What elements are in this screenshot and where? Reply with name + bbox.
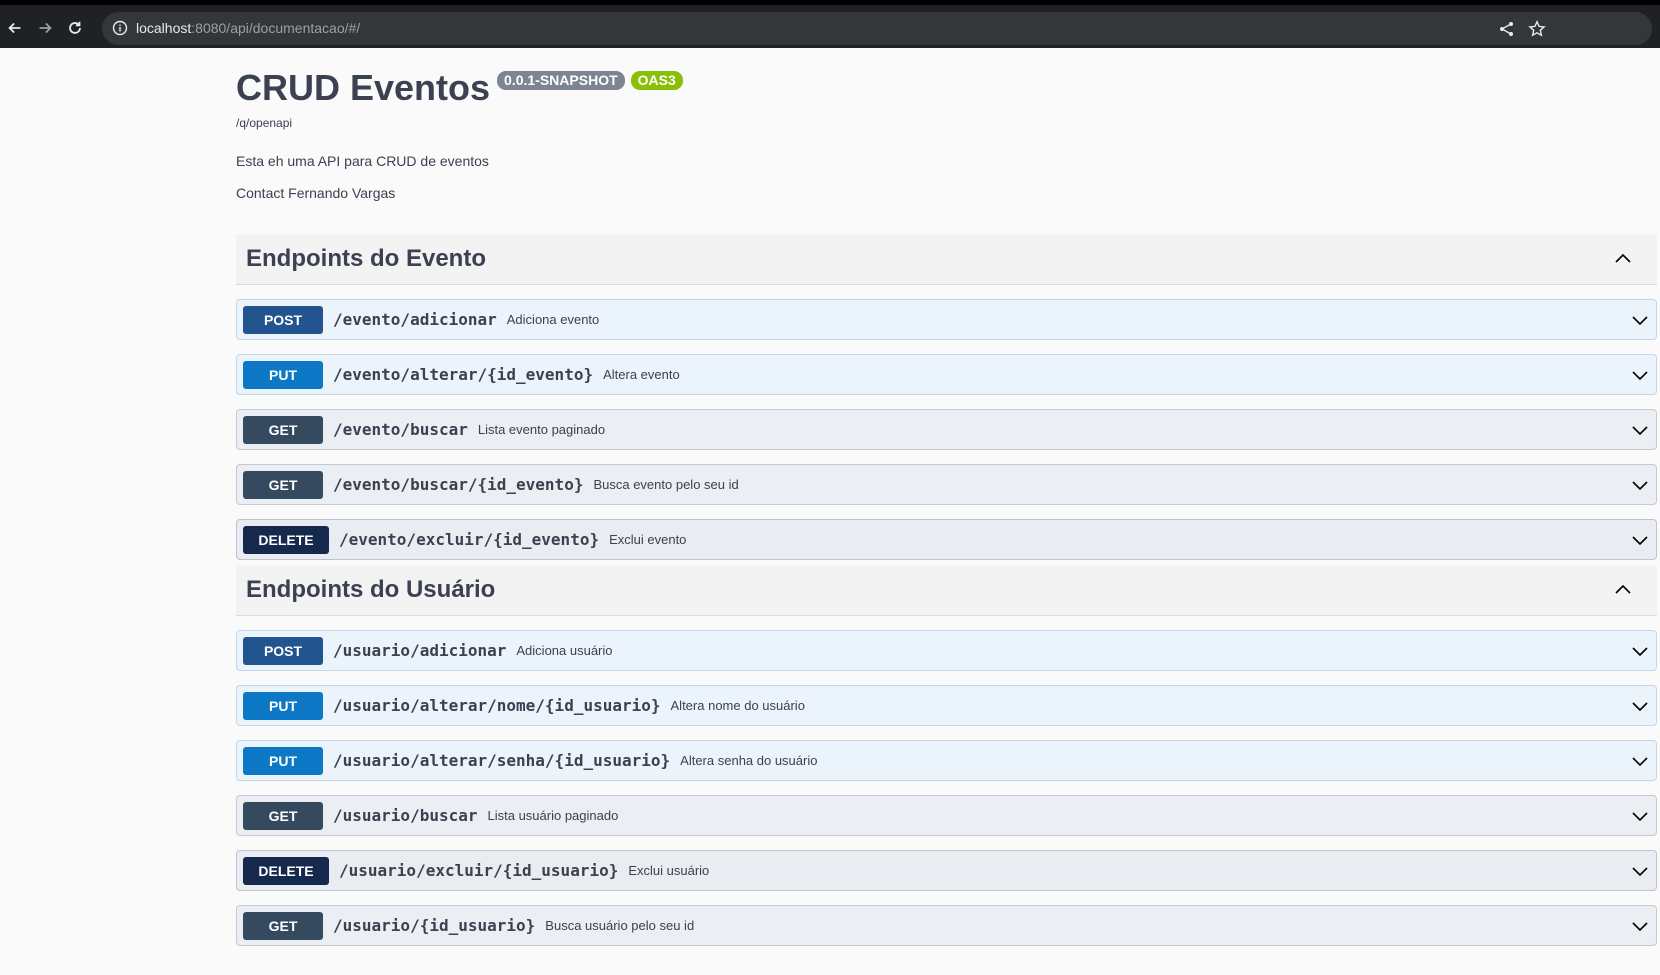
reload-button[interactable] (62, 15, 88, 41)
method-badge-get: GET (243, 801, 323, 830)
tag-section-usuario: Endpoints do Usuário POST /usuario/adici… (236, 565, 1657, 946)
method-badge-post: POST (243, 636, 323, 665)
chevron-down-icon[interactable] (1630, 475, 1650, 495)
operation-path: /usuario/adicionar (333, 641, 507, 660)
method-badge-put: PUT (243, 360, 323, 389)
operation-summary: Lista usuário paginado (487, 808, 619, 823)
chevron-down-icon[interactable] (1630, 310, 1650, 330)
operation-path: /evento/buscar (333, 420, 468, 439)
arrow-right-icon (39, 22, 52, 34)
operation-summary: Exclui usuário (628, 863, 710, 878)
method-badge-put: PUT (243, 691, 323, 720)
operation-row[interactable]: DELETE /evento/excluir/{id_evento} Exclu… (236, 519, 1657, 560)
operation-row[interactable]: DELETE /usuario/excluir/{id_usuario} Exc… (236, 850, 1657, 891)
operation-path: /usuario/buscar (333, 806, 478, 825)
operation-row[interactable]: GET /usuario/buscar Lista usuário pagina… (236, 795, 1657, 836)
url-path: :8080/api/documentacao/#/ (191, 20, 361, 36)
operation-summary: Altera evento (603, 367, 680, 382)
chevron-down-icon[interactable] (1630, 916, 1650, 936)
api-title: CRUD Eventos (236, 67, 491, 108)
url-host: localhost (136, 20, 192, 36)
operation-row[interactable]: GET /evento/buscar Lista evento paginado (236, 409, 1657, 450)
operation-summary: Exclui evento (609, 532, 687, 547)
operation-summary: Busca usuário pelo seu id (545, 918, 695, 933)
spec-url-link[interactable]: /q/openapi (236, 116, 683, 130)
contact-link[interactable]: Contact Fernando Vargas (236, 185, 683, 201)
operation-path: /usuario/alterar/nome/{id_usuario} (333, 696, 661, 715)
operation-row[interactable]: PUT /usuario/alterar/senha/{id_usuario} … (236, 740, 1657, 781)
browser-toolbar: localhost:8080/api/documentacao/#/ (0, 0, 1660, 48)
operation-path: /usuario/excluir/{id_usuario} (339, 861, 619, 880)
operation-summary: Lista evento paginado (477, 422, 606, 437)
section-header[interactable]: Endpoints do Usuário (236, 565, 1657, 616)
operation-row[interactable]: POST /usuario/adicionar Adiciona usuário (236, 630, 1657, 671)
api-description: Esta eh uma API para CRUD de eventos (236, 153, 489, 169)
operation-path: /usuario/{id_usuario} (333, 916, 536, 935)
oas-badge: OAS3 (630, 71, 683, 90)
operation-row[interactable]: GET /evento/buscar/{id_evento} Busca eve… (236, 464, 1657, 505)
operation-summary: Altera senha do usuário (680, 753, 818, 768)
back-button[interactable] (2, 15, 28, 41)
operation-row[interactable]: GET /usuario/{id_usuario} Busca usuário … (236, 905, 1657, 946)
operation-row[interactable]: PUT /usuario/alterar/nome/{id_usuario} A… (236, 685, 1657, 726)
address-bar[interactable]: localhost:8080/api/documentacao/#/ (102, 12, 1652, 45)
method-badge-put: PUT (243, 746, 323, 775)
chevron-down-icon[interactable] (1630, 861, 1650, 881)
tag-section-evento: Endpoints do Evento POST /evento/adicion… (236, 234, 1657, 560)
arrow-left-icon (8, 22, 21, 34)
version-badge: 0.0.1-SNAPSHOT (497, 71, 625, 90)
chevron-down-icon[interactable] (1630, 641, 1650, 661)
operation-summary: Adiciona usuário (516, 643, 613, 658)
operation-summary: Busca evento pelo seu id (593, 477, 739, 492)
forward-button[interactable] (32, 15, 58, 41)
reload-icon (69, 21, 81, 34)
operation-path: /usuario/alterar/senha/{id_usuario} (333, 751, 671, 770)
operation-path: /evento/buscar/{id_evento} (333, 475, 584, 494)
chevron-down-icon[interactable] (1630, 806, 1650, 826)
chevron-down-icon[interactable] (1630, 365, 1650, 385)
method-badge-post: POST (243, 305, 323, 334)
method-badge-delete: DELETE (243, 856, 329, 885)
url-text[interactable]: localhost:8080/api/documentacao/#/ (136, 20, 360, 36)
operation-path: /evento/adicionar (333, 310, 497, 329)
chevron-up-icon[interactable] (1613, 580, 1633, 600)
operation-path: /evento/alterar/{id_evento} (333, 365, 594, 384)
chevron-down-icon[interactable] (1630, 420, 1650, 440)
method-badge-get: GET (243, 470, 323, 499)
api-info: CRUD Eventos 0.0.1-SNAPSHOT OAS3 /q/open… (236, 66, 683, 201)
operation-summary: Altera nome do usuário (670, 698, 805, 713)
operation-row[interactable]: POST /evento/adicionar Adiciona evento (236, 299, 1657, 340)
star-icon[interactable] (1528, 20, 1546, 38)
chevron-up-icon[interactable] (1613, 249, 1633, 269)
operation-row[interactable]: PUT /evento/alterar/{id_evento} Altera e… (236, 354, 1657, 395)
info-icon[interactable] (112, 20, 128, 36)
swagger-page: CRUD Eventos 0.0.1-SNAPSHOT OAS3 /q/open… (0, 48, 1660, 975)
method-badge-get: GET (243, 415, 323, 444)
chevron-down-icon[interactable] (1630, 751, 1650, 771)
section-header[interactable]: Endpoints do Evento (236, 234, 1657, 285)
chevron-down-icon[interactable] (1630, 696, 1650, 716)
section-title: Endpoints do Usuário (246, 576, 496, 603)
method-badge-get: GET (243, 911, 323, 940)
operation-summary: Adiciona evento (506, 312, 600, 327)
section-title: Endpoints do Evento (246, 245, 486, 272)
share-icon[interactable] (1498, 20, 1516, 38)
method-badge-delete: DELETE (243, 525, 329, 554)
operation-path: /evento/excluir/{id_evento} (339, 530, 600, 549)
chevron-down-icon[interactable] (1630, 530, 1650, 550)
